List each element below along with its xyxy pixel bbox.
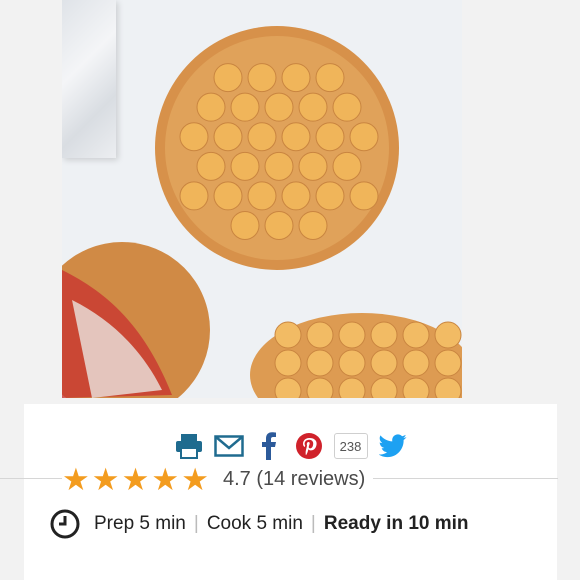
waffle-bubble [402, 349, 430, 377]
pinterest-icon[interactable] [294, 431, 324, 461]
waffle-bubble [349, 122, 379, 152]
print-icon[interactable] [174, 431, 204, 461]
waffle-bubble [274, 349, 302, 377]
rating-row[interactable]: ★ ★ ★ ★ ★ 4.7 (14 reviews) [62, 462, 374, 496]
star-icon: ★ [121, 461, 150, 497]
facebook-icon[interactable] [254, 431, 284, 461]
star-icon: ★ [62, 461, 90, 497]
waffle-bubble [298, 210, 328, 240]
cook-time: Cook 5 min [206, 513, 303, 534]
prep-time: Prep 5 min [94, 513, 186, 534]
waffle-bubble [213, 63, 243, 93]
waffle-bubble [315, 122, 345, 152]
waffle-bubble [213, 122, 243, 152]
waffle-bubble [370, 349, 398, 377]
waffle-bubble [370, 321, 398, 349]
waffle-bubble [247, 122, 277, 152]
waffle-bubble [306, 321, 334, 349]
waffle-illustration [62, 26, 462, 398]
waffle-bubble [213, 181, 243, 211]
clock-icon [50, 509, 80, 539]
waffle-bubble [434, 321, 462, 349]
share-bar: 238 [24, 426, 557, 466]
waffle-bubble [315, 181, 345, 211]
waffle-bubble [338, 321, 366, 349]
rating-stars: ★ ★ ★ ★ ★ [62, 464, 209, 495]
email-icon[interactable] [213, 431, 244, 461]
waffle-bubble [306, 349, 334, 377]
star-icon: ★ [181, 461, 209, 497]
rating-summary: 4.7 (14 reviews) [222, 467, 366, 490]
waffle-bubble [281, 181, 311, 211]
recipe-photo [62, 0, 462, 398]
waffle-bubble [338, 349, 366, 377]
waffle-bubble [230, 151, 260, 181]
waffle-bubble [332, 92, 362, 122]
star-icon: ★ [151, 461, 180, 497]
waffle-bubble [349, 181, 379, 211]
time-separator: | [193, 513, 199, 534]
waffle-bubble [247, 181, 277, 211]
waffle-bubble [264, 92, 294, 122]
waffle-bubble [274, 321, 302, 349]
recipe-times: Prep 5 min | Cook 5 min | Ready in 10 mi… [50, 508, 469, 540]
waffle-bubble [298, 92, 328, 122]
waffle-bubble [298, 151, 328, 181]
star-icon: ★ [91, 461, 120, 497]
waffle-bubble [434, 349, 462, 377]
pinterest-share-count: 238 [333, 433, 368, 459]
waffle-bubble [196, 151, 226, 181]
waffle-bubble [332, 151, 362, 181]
waffle-bubble [230, 92, 260, 122]
waffle-bubble [179, 181, 209, 211]
waffle-bubble [230, 210, 260, 240]
waffle-bubble [247, 63, 277, 93]
waffle-bubble [264, 210, 294, 240]
waffle-bubble [402, 321, 430, 349]
waffle-bubble [281, 63, 311, 93]
waffle-bubble [315, 63, 345, 93]
twitter-icon[interactable] [378, 431, 408, 461]
waffle-bubble [196, 92, 226, 122]
time-separator: | [310, 513, 316, 534]
waffle-bubble [264, 151, 294, 181]
waffle-bubble [179, 122, 209, 152]
ready-time: Ready in 10 min [323, 513, 469, 534]
waffle-bubble [281, 122, 311, 152]
